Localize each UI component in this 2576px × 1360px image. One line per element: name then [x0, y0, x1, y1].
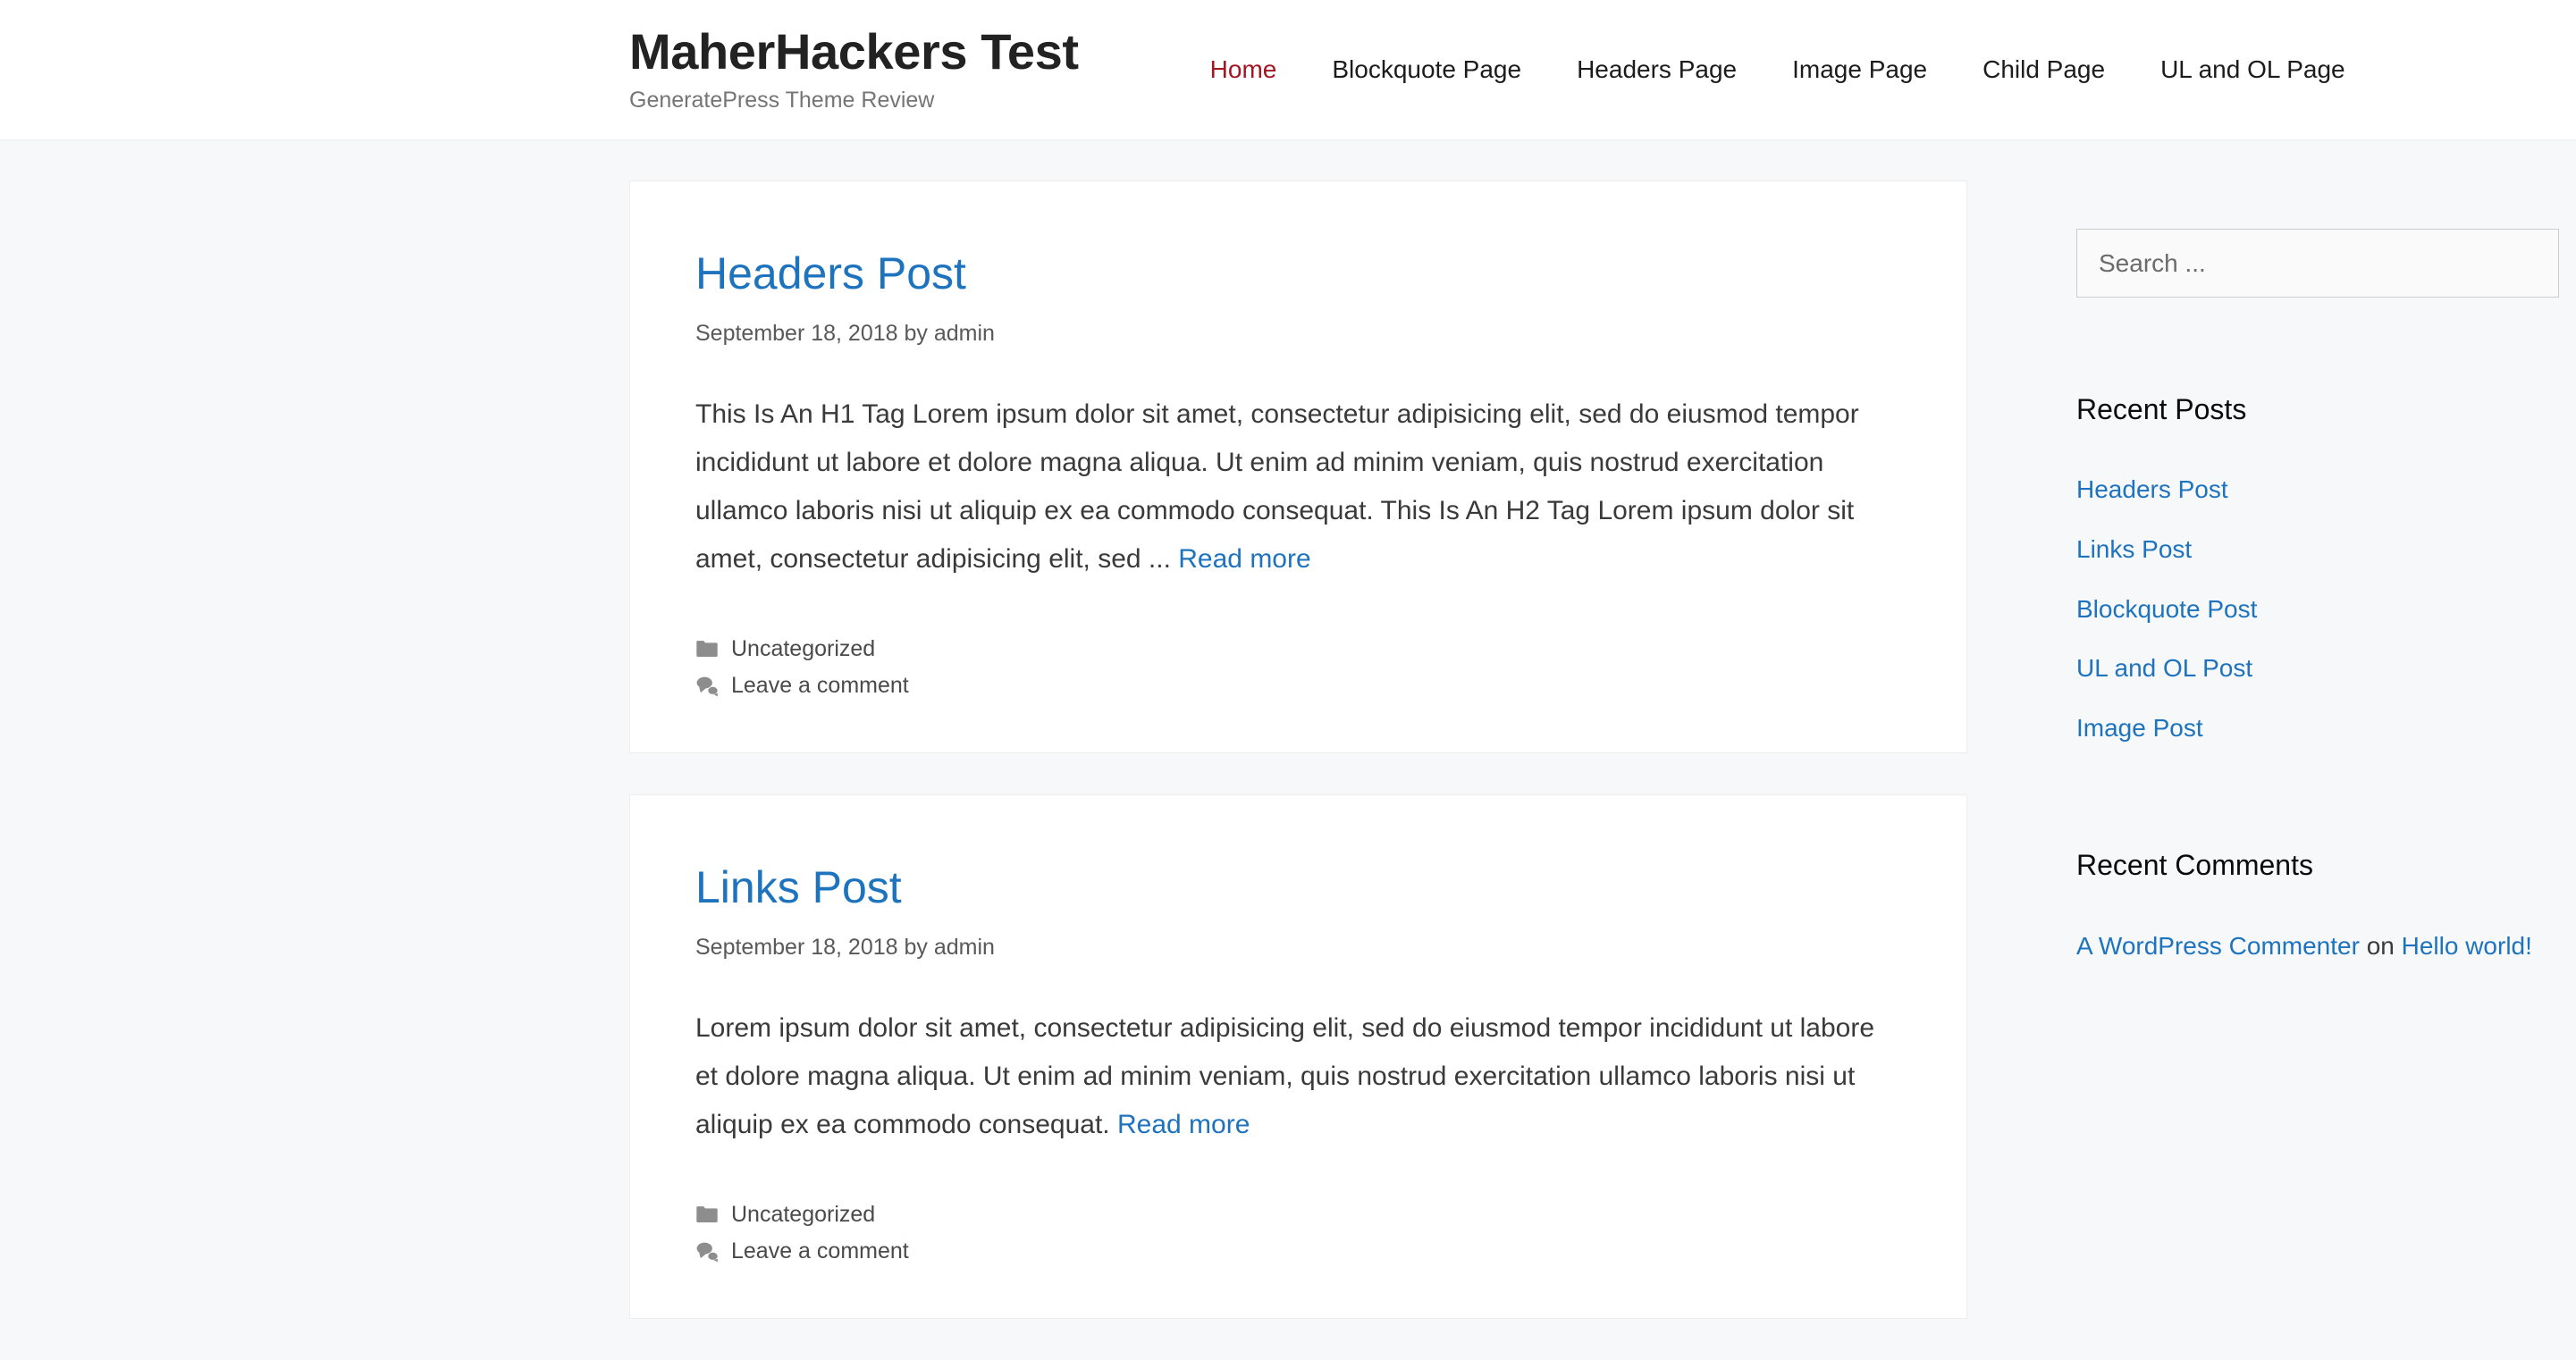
post-comments: Leave a comment	[695, 669, 1901, 701]
primary-navigation: Home Blockquote Page Headers Page Image …	[1183, 0, 2373, 139]
post-meta: September 18, 2018 by admin	[695, 321, 995, 346]
nav-item-ul-and-ol-page[interactable]: UL and OL Page	[2133, 0, 2373, 139]
header-inner: MaherHackers Test GeneratePress Theme Re…	[323, 0, 2345, 139]
comment-post-link[interactable]: Hello world!	[2402, 932, 2532, 960]
list-item: Links Post	[2076, 534, 2559, 565]
recent-post-link[interactable]: Links Post	[2076, 535, 2192, 563]
post-footer: Uncategorized Leave a comment	[695, 1198, 1901, 1268]
list-item: A WordPress Commenter on Hello world!	[2076, 931, 2559, 961]
post-categories: Uncategorized	[695, 1198, 1901, 1230]
read-more-link[interactable]: Read more	[1178, 544, 1310, 574]
post-comments: Leave a comment	[695, 1235, 1901, 1267]
leave-comment-link[interactable]: Leave a comment	[731, 669, 909, 701]
comment-bubble-icon	[695, 1239, 719, 1263]
leave-comment-link[interactable]: Leave a comment	[731, 1235, 909, 1267]
recent-posts-widget: Recent Posts Headers Post Links Post Blo…	[2076, 392, 2559, 743]
widget-title-recent-posts: Recent Posts	[2076, 393, 2247, 425]
nav-item-child-page[interactable]: Child Page	[1955, 0, 2133, 139]
nav-item-blockquote-page[interactable]: Blockquote Page	[1304, 0, 1549, 139]
post-excerpt: This Is An H1 Tag Lorem ipsum dolor sit …	[695, 390, 1901, 583]
recent-comments-list: A WordPress Commenter on Hello world!	[2076, 931, 2559, 961]
recent-post-link[interactable]: UL and OL Post	[2076, 654, 2252, 682]
post-card: Headers Post September 18, 2018 by admin…	[629, 180, 1967, 753]
read-more-link[interactable]: Read more	[1117, 1110, 1250, 1139]
site-content: Headers Post September 18, 2018 by admin…	[323, 139, 2559, 1360]
site-header: MaherHackers Test GeneratePress Theme Re…	[0, 0, 2576, 139]
post-meta: September 18, 2018 by admin	[695, 935, 995, 960]
folder-icon	[695, 637, 719, 660]
list-item: UL and OL Post	[2076, 653, 2559, 684]
widget-title-recent-comments: Recent Comments	[2076, 849, 2313, 882]
site-branding: MaherHackers Test GeneratePress Theme Re…	[323, 25, 1079, 114]
list-item: Headers Post	[2076, 474, 2559, 505]
site-description: GeneratePress Theme Review	[629, 88, 935, 113]
site-title[interactable]: MaherHackers Test	[629, 25, 1079, 79]
post-excerpt-text: Lorem ipsum dolor sit amet, consectetur …	[695, 1012, 1875, 1139]
recent-comments-widget: Recent Comments A WordPress Commenter on…	[2076, 848, 2559, 961]
post-title-link[interactable]: Headers Post	[695, 247, 966, 300]
category-link[interactable]: Uncategorized	[731, 633, 875, 665]
comment-author-link[interactable]: A WordPress Commenter	[2076, 932, 2360, 960]
comment-connector: on	[2359, 931, 2402, 960]
list-item: Blockquote Post	[2076, 594, 2559, 625]
post-categories: Uncategorized	[695, 633, 1901, 665]
post-excerpt: Lorem ipsum dolor sit amet, consectetur …	[695, 1004, 1901, 1149]
sidebar: Recent Posts Headers Post Links Post Blo…	[2076, 180, 2559, 990]
post-card: Links Post September 18, 2018 by admin L…	[629, 794, 1967, 1319]
comment-bubble-icon	[695, 674, 719, 697]
recent-post-link[interactable]: Headers Post	[2076, 475, 2228, 503]
search-input[interactable]	[2076, 229, 2559, 298]
nav-item-image-page[interactable]: Image Page	[1764, 0, 1955, 139]
search-widget	[2076, 229, 2559, 298]
post-title-link[interactable]: Links Post	[695, 860, 902, 914]
nav-item-home[interactable]: Home	[1183, 0, 1305, 139]
nav-item-headers-page[interactable]: Headers Page	[1549, 0, 1764, 139]
category-link[interactable]: Uncategorized	[731, 1198, 875, 1230]
list-item: Image Post	[2076, 713, 2559, 743]
recent-post-link[interactable]: Blockquote Post	[2076, 595, 2257, 623]
content-area: Headers Post September 18, 2018 by admin…	[629, 180, 1967, 1360]
recent-posts-list: Headers Post Links Post Blockquote Post …	[2076, 474, 2559, 743]
post-footer: Uncategorized Leave a comment	[695, 633, 1901, 702]
folder-icon	[695, 1203, 719, 1226]
recent-post-link[interactable]: Image Post	[2076, 714, 2203, 742]
